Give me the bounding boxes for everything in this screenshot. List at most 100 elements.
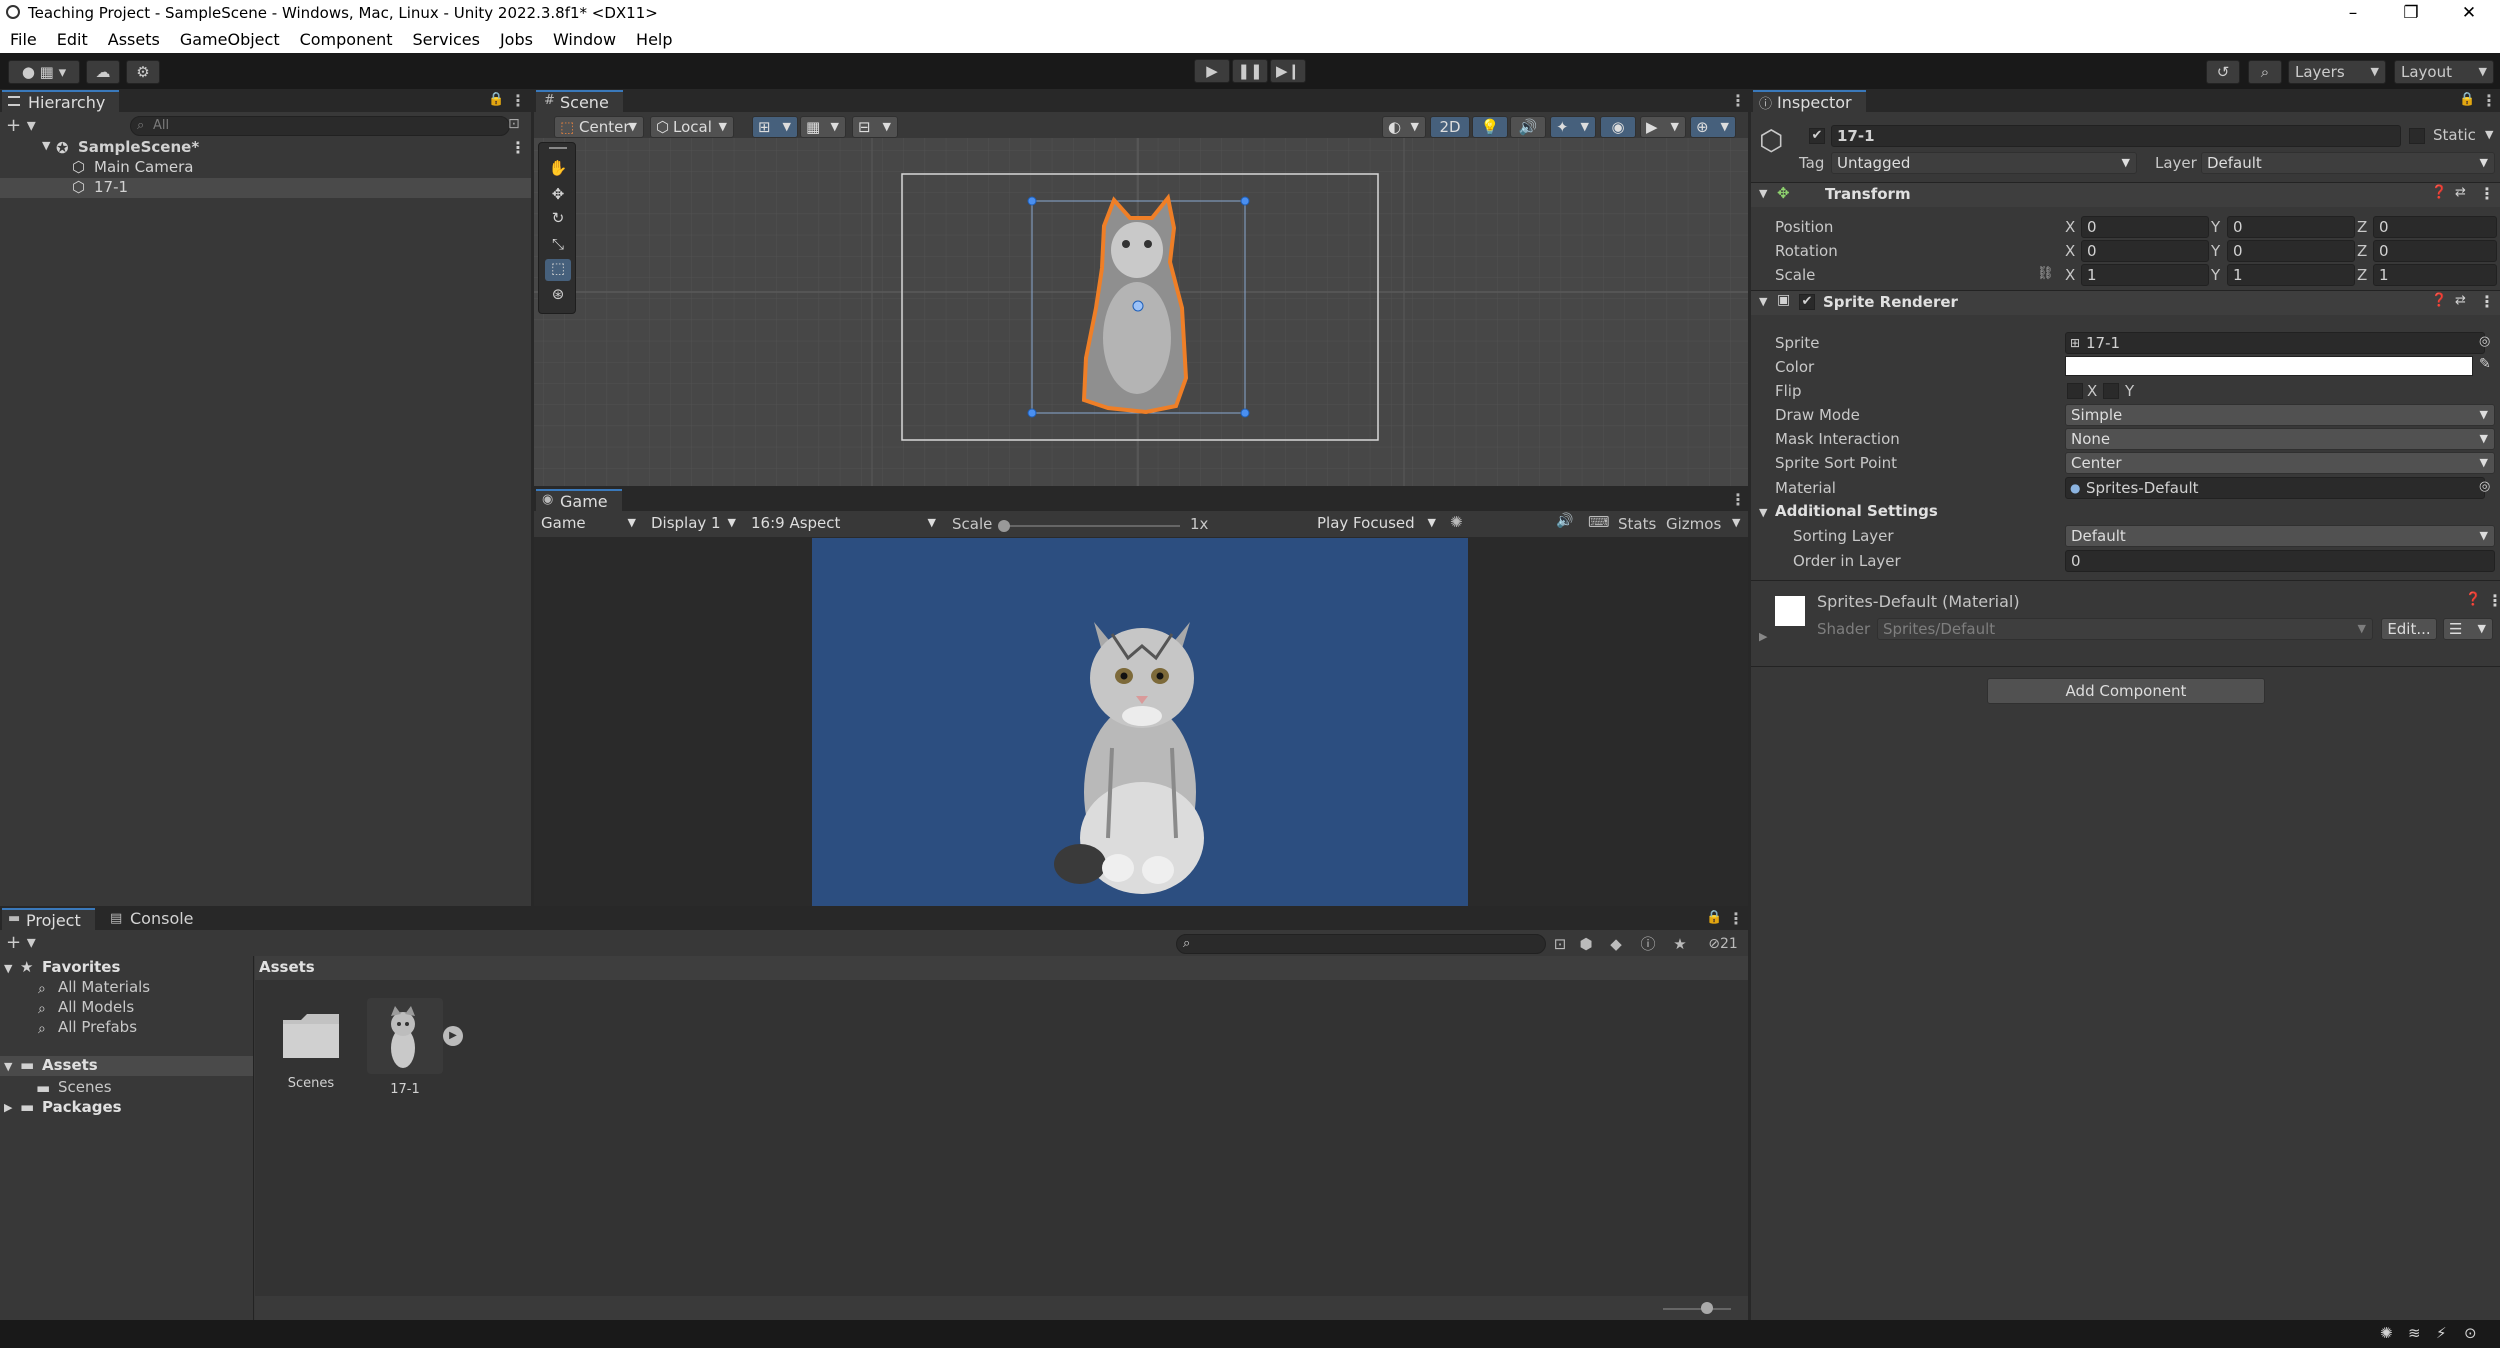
inspector-menu-icon[interactable]: ⋮ xyxy=(2481,91,2497,110)
progress-icon[interactable]: ⚡ xyxy=(2436,1324,2447,1342)
display-dropdown[interactable]: Display 1 ▼ xyxy=(646,513,742,535)
help-icon[interactable]: ❓ xyxy=(2431,185,2447,200)
hierarchy-search-input[interactable]: ⌕ All xyxy=(130,116,510,136)
aspect-dropdown[interactable]: 16:9 Aspect ▼ xyxy=(746,513,942,535)
favorite-star-icon[interactable]: ★ xyxy=(1668,932,1692,956)
mute-audio-icon[interactable]: 🔊 xyxy=(1556,513,1573,529)
cloud-icon[interactable]: ☁ xyxy=(86,60,120,84)
material-menu-icon[interactable]: ⋮ xyxy=(2487,591,2500,610)
project-menu-icon[interactable]: ⋮ xyxy=(1728,909,1744,928)
icon-size-slider-thumb[interactable] xyxy=(1701,1302,1713,1314)
2d-toggle[interactable]: 2D xyxy=(1430,116,1470,138)
object-picker-icon[interactable]: ◎ xyxy=(2479,479,2490,494)
search-options-icon[interactable]: ⊡ xyxy=(508,116,520,132)
material-object-field[interactable]: ● Sprites-Default xyxy=(2065,477,2485,499)
hierarchy-scene-row[interactable]: ▼ ✪ SampleScene* ⋮ xyxy=(0,138,531,158)
order-in-layer-field[interactable]: 0 xyxy=(2065,550,2495,572)
project-search-input[interactable]: ⌕ xyxy=(1176,934,1546,954)
favorite-item-all-models[interactable]: ⌕ All Models xyxy=(38,998,134,1017)
sprite-renderer-header[interactable]: ▼ ▣ ✔ Sprite Renderer ❓ ⇄ ⋮ xyxy=(1751,291,2500,315)
favorite-item-all-materials[interactable]: ⌕ All Materials xyxy=(38,978,150,997)
cache-server-icon[interactable]: ≋ xyxy=(2408,1324,2421,1342)
favorite-item-all-prefabs[interactable]: ⌕ All Prefabs xyxy=(38,1018,137,1037)
layer-dropdown[interactable]: Default ▼ xyxy=(2201,152,2495,174)
menu-file[interactable]: File xyxy=(10,27,37,53)
lock-icon[interactable]: 🔒 xyxy=(2459,92,2475,107)
sprite-object-field[interactable]: ⊞ 17-1 xyxy=(2065,332,2485,354)
bug-report-icon[interactable]: ✺ xyxy=(2380,1324,2393,1342)
favorites-label[interactable]: Favorites xyxy=(42,958,120,976)
layout-dropdown[interactable]: Layout ▼ xyxy=(2394,60,2494,84)
additional-settings-title[interactable]: Additional Settings xyxy=(1775,502,1938,520)
move-tool-icon[interactable]: ✥ xyxy=(545,185,571,207)
pivot-dropdown[interactable]: ⬚ Center ▼ xyxy=(554,116,644,138)
hierarchy-item-17-1[interactable]: ⬡ 17-1 xyxy=(0,178,531,198)
rect-tool-icon[interactable]: ⬚ xyxy=(545,259,571,281)
shader-edit-button[interactable]: Edit... xyxy=(2381,618,2437,640)
shader-options-dropdown[interactable]: ☰ ▼ xyxy=(2443,618,2493,640)
folder-item-scenes[interactable]: ▬ Scenes xyxy=(36,1078,112,1097)
lighting-toggle[interactable]: 💡 xyxy=(1472,116,1508,138)
scale-slider-thumb[interactable] xyxy=(998,520,1010,532)
position-y-field[interactable]: 0 xyxy=(2227,216,2355,238)
flip-y-checkbox[interactable] xyxy=(2103,383,2119,399)
search-by-tag-icon[interactable]: ◆ xyxy=(1604,932,1628,956)
pause-button[interactable]: ❚❚ xyxy=(1232,59,1268,83)
position-z-field[interactable]: 0 xyxy=(2373,216,2497,238)
create-asset-button[interactable]: + ▾ xyxy=(6,932,36,953)
folder-item-assets[interactable]: ▼ ▬ Assets xyxy=(0,1056,253,1076)
folder-item-packages[interactable]: ▶ ▬ Packages xyxy=(0,1098,253,1118)
expand-arrow-icon[interactable]: ▼ xyxy=(42,139,50,152)
icon-size-slider[interactable] xyxy=(1663,1302,1731,1314)
foldout-arrow-icon[interactable]: ▼ xyxy=(4,1060,12,1073)
close-button[interactable]: ✕ xyxy=(2440,0,2498,26)
tab-console[interactable]: ▤ Console xyxy=(104,908,194,930)
assets-breadcrumb[interactable]: Assets xyxy=(259,958,315,976)
color-swatch[interactable] xyxy=(2065,356,2473,376)
step-button[interactable]: ▶❙ xyxy=(1270,59,1306,83)
component-menu-icon[interactable]: ⋮ xyxy=(2479,292,2495,311)
menu-gameobject[interactable]: GameObject xyxy=(180,27,280,53)
scale-x-field[interactable]: 1 xyxy=(2081,264,2209,286)
increment-snap-dropdown[interactable]: ⊟ ▼ xyxy=(852,116,898,138)
audio-toggle[interactable]: 🔊 xyxy=(1510,116,1546,138)
game-menu-icon[interactable]: ⋮ xyxy=(1730,490,1746,509)
search-icon[interactable]: ⌕ xyxy=(2248,60,2282,84)
draw-mode-dropdown[interactable]: ◐ ▼ xyxy=(1382,116,1426,138)
search-info-icon[interactable]: ⓘ xyxy=(1636,932,1660,956)
search-by-label-icon[interactable]: ⬢ xyxy=(1574,932,1598,956)
stats-button[interactable]: Stats xyxy=(1618,515,1656,533)
transform-tool-icon[interactable]: ⊛ xyxy=(545,285,571,307)
foldout-arrow-icon[interactable]: ▼ xyxy=(1759,506,1767,519)
collab-icon[interactable]: ⚙ xyxy=(126,60,160,84)
hidden-packages-button[interactable]: ⊘21 xyxy=(1700,932,1746,956)
gizmos-button[interactable]: Gizmos xyxy=(1666,515,1721,533)
maximize-button[interactable]: ❐ xyxy=(2382,0,2440,26)
draw-mode-dropdown[interactable]: Simple ▼ xyxy=(2065,404,2495,426)
hidden-objects-toggle[interactable]: ◉ xyxy=(1600,116,1636,138)
transform-header[interactable]: ▼ ✥ Transform ❓ ⇄ ⋮ xyxy=(1751,183,2500,207)
scene-menu-icon[interactable]: ⋮ xyxy=(1730,91,1746,110)
menu-edit[interactable]: Edit xyxy=(57,27,88,53)
rotation-z-field[interactable]: 0 xyxy=(2373,240,2497,262)
menu-window[interactable]: Window xyxy=(553,27,616,53)
foldout-arrow-icon[interactable]: ▶ xyxy=(4,1101,12,1114)
menu-services[interactable]: Services xyxy=(412,27,479,53)
rotation-x-field[interactable]: 0 xyxy=(2081,240,2209,262)
position-x-field[interactable]: 0 xyxy=(2081,216,2209,238)
component-menu-icon[interactable]: ⋮ xyxy=(2479,184,2495,203)
shortcuts-icon[interactable]: ⌨ xyxy=(1588,513,1610,531)
hand-tool-icon[interactable]: ✋ xyxy=(545,159,571,181)
scale-slider[interactable] xyxy=(998,520,1180,532)
hierarchy-menu-icon[interactable]: ⋮ xyxy=(510,91,526,110)
play-mode-dropdown[interactable]: Play Focused ▼ xyxy=(1312,513,1442,535)
help-icon[interactable]: ❓ xyxy=(2465,592,2481,607)
foldout-arrow-icon[interactable]: ▼ xyxy=(4,962,12,975)
play-button[interactable]: ▶ xyxy=(1194,59,1230,83)
scale-tool-icon[interactable]: ⤡ xyxy=(545,235,571,257)
effects-dropdown[interactable]: ✦ ▼ xyxy=(1550,116,1596,138)
gizmos-dropdown-arrow-icon[interactable]: ▼ xyxy=(1732,516,1740,529)
create-button[interactable]: + ▾ xyxy=(6,115,36,136)
shader-dropdown[interactable]: Sprites/Default ▼ xyxy=(1877,618,2373,640)
minimize-button[interactable]: – xyxy=(2324,0,2382,26)
